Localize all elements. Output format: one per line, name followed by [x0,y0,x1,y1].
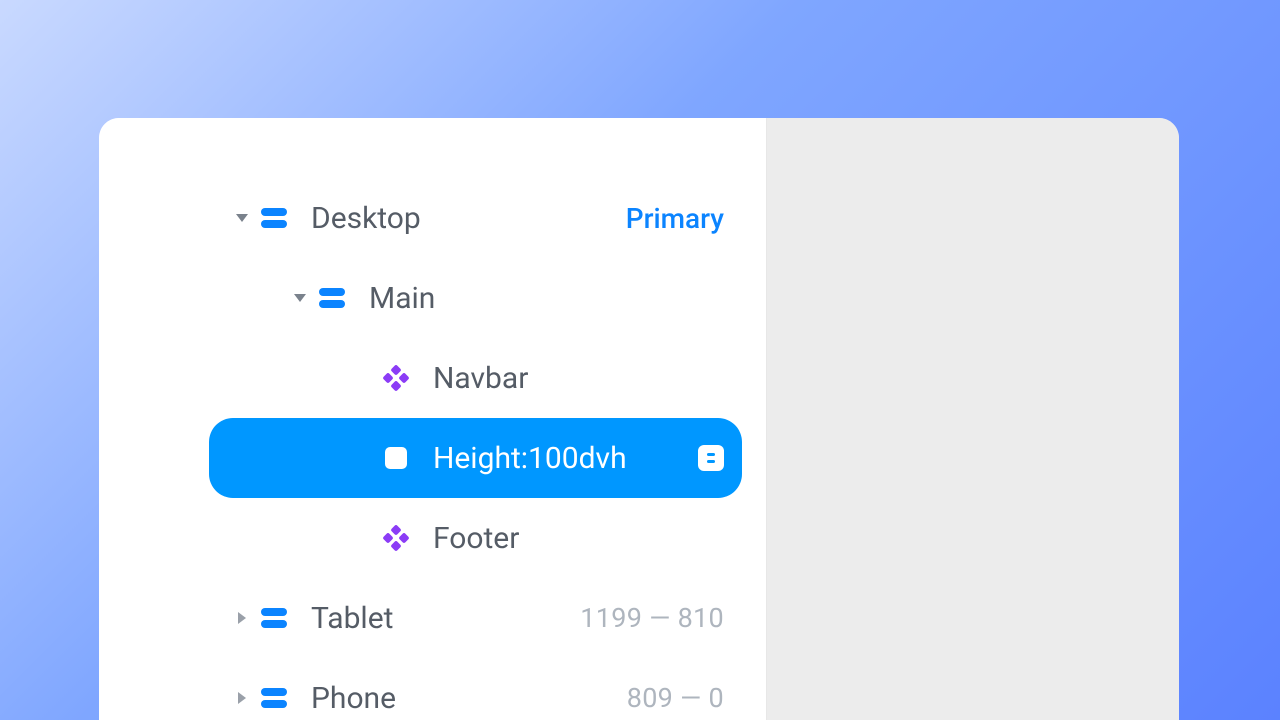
tree-label: Navbar [433,361,528,396]
breakpoint-icon [257,206,291,230]
block-icon [379,446,413,470]
tree-label: Tablet [311,601,393,636]
tree-row-height[interactable]: Height:100dvh [209,418,742,498]
primary-badge: Primary [626,202,724,235]
chevron-down-icon[interactable] [285,293,315,303]
component-icon [379,364,413,392]
tree-row-footer[interactable]: Footer [209,498,742,578]
tree-row-main[interactable]: Main [209,258,742,338]
breakpoint-tree: Desktop Primary Main [99,118,766,720]
canvas-area [766,118,1179,720]
chevron-down-icon[interactable] [227,213,257,223]
tree-row-phone[interactable]: Phone 809 — 0 [209,658,742,720]
component-icon [379,524,413,552]
tree-label: Height:100dvh [433,441,627,476]
tree-label: Footer [433,521,519,556]
tree-row-navbar[interactable]: Navbar [209,338,742,418]
breakpoint-range: 1199 — 810 [580,602,724,634]
breakpoint-icon [257,686,291,710]
chevron-right-icon[interactable] [227,691,257,705]
note-icon[interactable] [698,445,724,471]
tree-label: Desktop [311,201,421,236]
page-builder-panel: Desktop Primary Main [99,118,1179,720]
tree-row-tablet[interactable]: Tablet 1199 — 810 [209,578,742,658]
tree-label: Main [369,281,435,316]
breakpoint-range: 809 — 0 [627,682,724,714]
tree-label: Phone [311,681,396,716]
chevron-right-icon[interactable] [227,611,257,625]
breakpoint-icon [315,286,349,310]
tree-row-desktop[interactable]: Desktop Primary [209,178,742,258]
breakpoint-icon [257,606,291,630]
